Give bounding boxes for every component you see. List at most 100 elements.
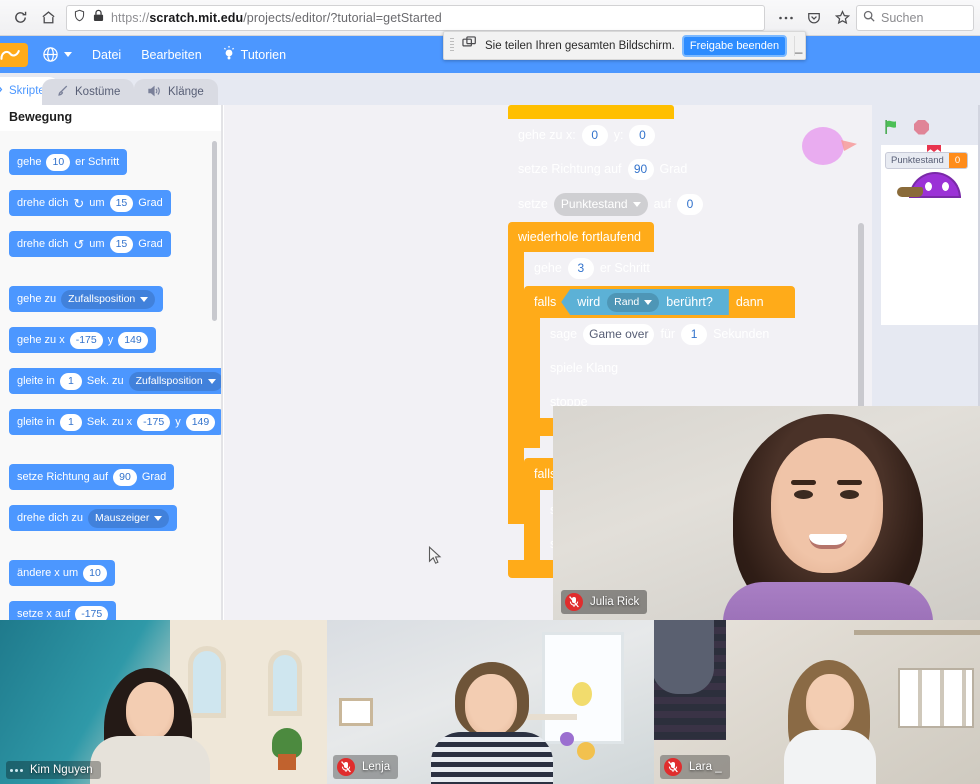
block-glide-xy[interactable]: gleite in 1 Sek. zu x -175 y 149 — [9, 409, 222, 435]
scratch-logo[interactable] — [0, 42, 28, 67]
menu-item-datei[interactable]: Datei — [82, 44, 131, 66]
minimize-button[interactable]: _ — [794, 35, 802, 56]
script-play-sound[interactable]: spiele Klang — [540, 352, 720, 384]
video-tile-lenja[interactable]: Lenja — [327, 620, 654, 784]
variable-monitor[interactable]: Punktestand 0 — [885, 152, 968, 169]
lightbulb-icon — [222, 45, 236, 64]
participant-name-chip: Kim Nguyen — [6, 761, 101, 779]
palette-category-header: Bewegung — [9, 110, 73, 124]
shield-icon[interactable] — [73, 9, 86, 27]
block-input[interactable]: 3 — [567, 257, 594, 279]
block-input-x[interactable]: 0 — [581, 124, 608, 146]
block-input-x[interactable]: -175 — [69, 331, 103, 349]
block-turn-right[interactable]: drehe dich ↻ um 15 Grad — [9, 190, 171, 216]
block-dropdown[interactable]: Zufallsposition — [61, 289, 156, 309]
script-goto-xy[interactable]: gehe zu x: 0 y: 0 — [508, 119, 684, 151]
stop-sharing-button[interactable]: Freigabe beenden — [681, 34, 788, 57]
block-input-y[interactable]: 149 — [118, 331, 148, 349]
block-move-steps[interactable]: gehe 10 er Schritt — [9, 149, 128, 175]
chevron-down-icon — [207, 378, 216, 384]
block-when-flag-clicked[interactable] — [508, 105, 674, 119]
block-label: Sekunden — [713, 327, 770, 341]
tab-klaenge[interactable]: Klänge — [134, 79, 218, 105]
block-label: berührt? — [666, 295, 713, 309]
variable-dropdown[interactable]: Punktestand — [553, 192, 648, 216]
stop-sign-icon[interactable] — [914, 119, 929, 135]
block-input-y[interactable]: 149 — [185, 413, 216, 431]
block-label: setze Richtung auf — [17, 471, 109, 483]
script-point-direction[interactable]: setze Richtung auf 90 Grad — [508, 153, 711, 185]
search-input[interactable]: Suchen — [856, 4, 974, 31]
block-input-x[interactable]: -175 — [137, 413, 171, 431]
block-input[interactable]: 1 — [59, 372, 82, 390]
block-glide-random[interactable]: gleite in 1 Sek. zu Zufallsposition — [9, 368, 222, 394]
block-input-text[interactable]: Game over — [583, 323, 655, 345]
script-say-for-seconds[interactable]: sage Game over für 1 Sekunden — [540, 318, 799, 350]
block-label: auf — [653, 197, 671, 211]
palette-scrollbar[interactable] — [212, 141, 217, 321]
block-input-seconds[interactable]: 1 — [681, 323, 708, 345]
block-label: y — [175, 416, 181, 428]
block-label: Sek. zu x — [86, 416, 133, 428]
variable-name: Punktestand — [891, 155, 944, 166]
block-input[interactable]: 15 — [109, 194, 134, 212]
block-goto-xy[interactable]: gehe zu x -175 y 149 — [9, 327, 156, 353]
block-label: dann — [735, 295, 764, 309]
video-tile-main[interactable]: Julia Rick — [553, 406, 980, 620]
dropdown-value: Mauszeiger — [95, 512, 150, 524]
block-input[interactable]: 0 — [677, 193, 703, 215]
reload-icon[interactable] — [6, 4, 34, 32]
language-menu[interactable] — [38, 42, 82, 67]
block-input-y[interactable]: 0 — [629, 124, 656, 146]
video-person — [772, 660, 892, 784]
script-set-variable[interactable]: setze Punktestand auf 0 — [508, 187, 732, 221]
menu-item-bearbeiten[interactable]: Bearbeiten — [131, 44, 211, 66]
home-icon[interactable] — [34, 4, 62, 32]
more-options-icon[interactable] — [10, 768, 23, 772]
chevron-down-icon — [140, 296, 149, 302]
person-mouth — [809, 534, 847, 549]
block-label: um — [89, 197, 105, 209]
person-brow-left — [791, 480, 816, 485]
block-turn-left[interactable]: drehe dich ↺ um 15 Grad — [9, 231, 171, 257]
block-input[interactable]: 1 — [59, 413, 82, 431]
star-icon[interactable] — [828, 4, 856, 32]
url-bar[interactable]: https://scratch.mit.edu/projects/editor/… — [66, 4, 765, 31]
menu-item-tutorien[interactable]: Tutorien — [212, 41, 296, 68]
block-label: setze Richtung auf — [518, 162, 622, 176]
block-input[interactable]: -175 — [75, 605, 109, 620]
ellipsis-icon[interactable] — [772, 4, 800, 32]
dropdown-value: Punktestand — [560, 197, 628, 211]
url-text: https://scratch.mit.edu/projects/editor/… — [111, 10, 442, 25]
block-dropdown[interactable]: Zufallsposition — [128, 371, 222, 391]
block-dropdown[interactable]: Mauszeiger — [88, 508, 170, 528]
script-move-steps[interactable]: gehe 3 er Schritt — [524, 252, 660, 284]
tab-kostueme[interactable]: Kostüme — [42, 79, 135, 105]
drag-grip-icon[interactable] — [450, 38, 454, 53]
block-point-direction[interactable]: setze Richtung auf 90 Grad — [9, 464, 175, 490]
block-change-x[interactable]: ändere x um 10 — [9, 560, 115, 586]
block-set-x[interactable]: setze x auf -175 — [9, 601, 117, 620]
block-label: gehe zu x: — [518, 128, 576, 142]
dropdown-value: Rand — [614, 296, 640, 308]
block-input[interactable]: 10 — [46, 153, 71, 171]
block-palette[interactable]: gehe 10 er Schritt drehe dich ↻ um 15 Gr… — [0, 131, 222, 620]
block-goto-random[interactable]: gehe zu Zufallsposition — [9, 286, 164, 312]
video-tile-kim-nguyen[interactable]: Kim Nguyen — [0, 620, 327, 784]
block-input[interactable]: 15 — [109, 235, 134, 253]
pocket-icon[interactable] — [800, 4, 828, 32]
editor-tab-strip: Skripte Kostüme Klänge — [0, 73, 980, 105]
tile-rail — [854, 630, 980, 635]
arrow-cursor — [428, 545, 442, 571]
block-input[interactable]: 90 — [113, 468, 137, 486]
block-input[interactable]: 10 — [83, 564, 107, 582]
block-input[interactable]: 90 — [627, 158, 654, 180]
sensing-touching-block[interactable]: wird Rand berührt? — [561, 289, 729, 315]
block-point-towards[interactable]: drehe dich zu Mauszeiger — [9, 505, 178, 531]
block-label: gehe — [534, 261, 562, 275]
touching-dropdown[interactable]: Rand — [607, 292, 660, 312]
block-label: falls — [534, 295, 557, 309]
video-tile-lara[interactable]: Lara _ — [654, 620, 980, 784]
green-flag-icon[interactable] — [884, 119, 900, 135]
stage[interactable]: Punktestand 0 — [881, 145, 980, 325]
